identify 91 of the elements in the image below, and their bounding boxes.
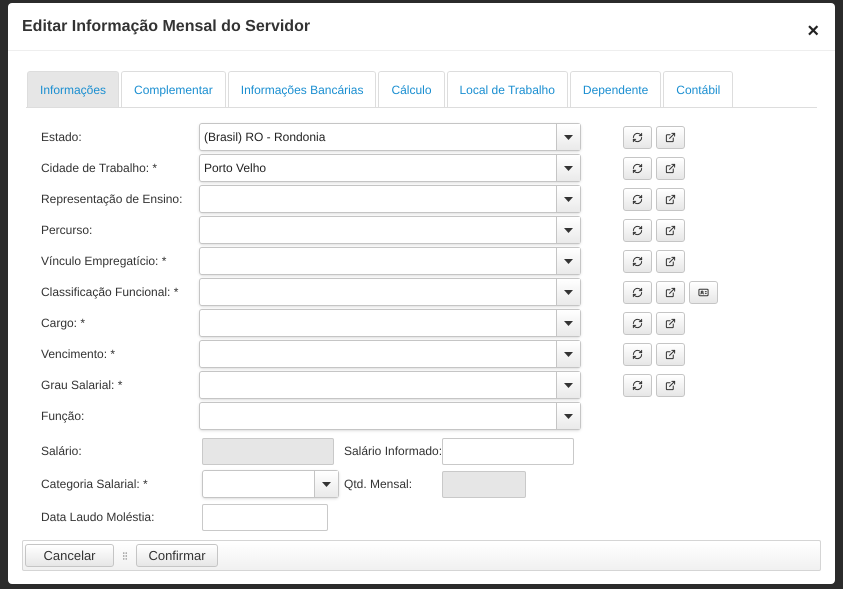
open-button[interactable] — [656, 312, 685, 334]
external-link-icon — [665, 380, 676, 390]
refresh-button[interactable] — [623, 218, 652, 242]
card-button[interactable] — [689, 280, 718, 304]
tab[interactable]: Informações — [27, 71, 120, 107]
refresh-icon — [632, 286, 643, 298]
caret-icon — [564, 134, 573, 140]
close-button[interactable]: × — [807, 16, 819, 46]
refresh-icon — [632, 194, 643, 204]
caret-icon — [564, 166, 573, 170]
refresh-button[interactable] — [623, 188, 652, 210]
select-field[interactable] — [199, 185, 581, 213]
field-label: Salário Informado: — [344, 443, 442, 460]
select-field[interactable] — [199, 216, 581, 244]
field-label: Estado: — [41, 129, 83, 146]
select-field[interactable] — [199, 278, 581, 306]
field-label: Classificação Funcional: * — [41, 284, 180, 301]
caret-icon — [564, 228, 573, 232]
refresh-button[interactable] — [623, 126, 652, 148]
footer-button[interactable]: Cancelar — [25, 544, 114, 567]
select-field[interactable] — [199, 309, 581, 337]
caret-icon — [564, 196, 573, 202]
select-value: (Brasil) RO - Rondonia — [204, 129, 326, 146]
refresh-icon — [632, 162, 643, 174]
refresh-button[interactable] — [623, 374, 652, 396]
caret-icon — [564, 352, 573, 356]
field-label: Qtd. Mensal: — [344, 476, 414, 493]
open-button[interactable] — [656, 250, 685, 272]
external-link-icon — [665, 132, 676, 142]
dialog-title: Editar Informação Mensal do Servidor — [22, 16, 310, 36]
field-label: Representação de Ensino: — [41, 191, 184, 208]
footer-button[interactable]: Confirmar — [136, 544, 218, 567]
refresh-icon — [632, 380, 643, 390]
tab[interactable]: Cálculo — [378, 71, 444, 107]
field-label: Vínculo Empregatício: * — [41, 253, 168, 270]
select-field[interactable] — [199, 247, 581, 275]
caret-icon — [564, 382, 573, 388]
grip-icon — [120, 550, 130, 560]
external-link-icon — [665, 286, 676, 298]
refresh-icon — [632, 132, 643, 142]
refresh-button[interactable] — [623, 156, 652, 180]
tab[interactable]: Complementar — [121, 71, 226, 107]
open-button[interactable] — [656, 374, 685, 396]
field-label: Percurso: — [41, 222, 94, 239]
tab[interactable]: Dependente — [570, 71, 662, 107]
external-link-icon — [665, 256, 676, 266]
refresh-button[interactable] — [623, 342, 652, 366]
caret-icon — [322, 482, 331, 486]
tab[interactable]: Contábil — [663, 71, 734, 107]
external-link-icon — [665, 318, 676, 328]
external-link-icon — [665, 348, 676, 360]
select-field[interactable]: Porto Velho — [199, 154, 581, 182]
id-card-icon — [698, 286, 709, 298]
open-button[interactable] — [656, 188, 685, 210]
tab[interactable]: Informações Bancárias — [228, 71, 376, 107]
field-label: Vencimento: * — [41, 346, 116, 363]
select-field[interactable] — [202, 470, 339, 498]
field-label: Salário: — [41, 443, 83, 460]
refresh-button[interactable] — [623, 250, 652, 272]
refresh-icon — [632, 224, 643, 236]
field-label: Data Laudo Moléstia: — [41, 509, 156, 526]
caret-icon — [564, 320, 573, 326]
select-field[interactable] — [199, 371, 581, 399]
tab[interactable]: Local de Trabalho — [446, 71, 568, 107]
field-label: Função: — [41, 408, 86, 425]
select-field[interactable] — [199, 402, 581, 430]
select-field[interactable] — [199, 340, 581, 368]
field-label: Cargo: * — [41, 315, 86, 332]
open-button[interactable] — [656, 218, 685, 242]
open-button[interactable] — [656, 342, 685, 366]
field-label: Cidade de Trabalho: * — [41, 160, 158, 177]
caret-icon — [564, 290, 573, 294]
select-value: Porto Velho — [204, 160, 266, 177]
external-link-icon — [665, 224, 676, 236]
refresh-icon — [632, 256, 643, 266]
refresh-button[interactable] — [623, 312, 652, 334]
refresh-icon — [632, 348, 643, 360]
external-link-icon — [665, 162, 676, 174]
open-button[interactable] — [656, 126, 685, 148]
refresh-icon — [632, 318, 643, 328]
open-button[interactable] — [656, 280, 685, 304]
text-field[interactable] — [202, 504, 328, 530]
open-button[interactable] — [656, 156, 685, 180]
external-link-icon — [665, 194, 676, 204]
select-field[interactable]: (Brasil) RO - Rondonia — [199, 123, 581, 151]
caret-icon — [564, 258, 573, 264]
text-field[interactable] — [442, 438, 574, 464]
field-label: Categoria Salarial: * — [41, 476, 149, 493]
caret-icon — [564, 414, 573, 418]
refresh-button[interactable] — [623, 280, 652, 304]
field-label: Grau Salarial: * — [41, 377, 124, 394]
